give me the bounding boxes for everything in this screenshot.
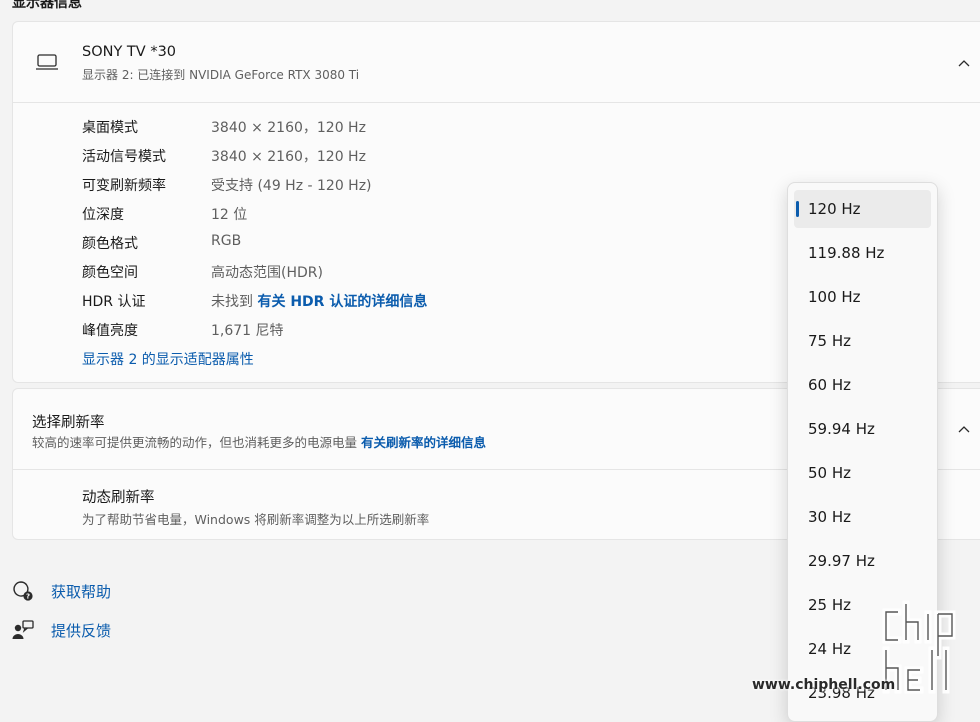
info-value: RGB (211, 233, 242, 249)
dropdown-option-label: 50 Hz (808, 464, 852, 482)
chevron-up-icon[interactable] (957, 422, 971, 436)
info-label: 活动信号模式 (82, 149, 166, 165)
dropdown-option[interactable]: 29.97 Hz (794, 542, 931, 580)
get-help-label: 获取帮助 (51, 583, 112, 601)
display-header[interactable]: SONY TV *30 显示器 2: 已连接到 NVIDIA GeForce R… (13, 22, 980, 103)
dropdown-option-selected[interactable]: 120 Hz (794, 190, 931, 228)
info-value: 1,671 尼特 (211, 323, 284, 339)
dropdown-option-label: 119.88 Hz (808, 244, 885, 262)
display-name: SONY TV *30 (82, 44, 177, 60)
info-row-bit-depth: 位深度 12 位 (82, 204, 782, 226)
monitor-icon (35, 53, 59, 73)
info-value: 3840 × 2160，120 Hz (211, 120, 366, 136)
chevron-up-icon[interactable] (957, 56, 971, 70)
dropdown-option[interactable]: 50 Hz (794, 454, 931, 492)
refresh-desc-text: 较高的速率可提供更流畅的动作，但也消耗更多的电源电量 (32, 435, 358, 450)
adapter-properties-link[interactable]: 显示器 2 的显示适配器属性 (82, 349, 254, 369)
watermark-url: www.chiphell.com (752, 677, 896, 693)
refresh-description: 较高的速率可提供更流畅的动作，但也消耗更多的电源电量 有关刷新率的详细信息 (32, 432, 486, 451)
info-row-active-signal: 活动信号模式 3840 × 2160，120 Hz (82, 146, 782, 168)
dropdown-option-label: 100 Hz (808, 288, 861, 306)
info-value: 12 位 (211, 207, 248, 223)
display-subtitle: 显示器 2: 已连接到 NVIDIA GeForce RTX 3080 Ti (82, 68, 360, 82)
dropdown-option[interactable]: 60 Hz (794, 366, 931, 404)
info-row-hdr-cert: HDR 认证 未找到 有关 HDR 认证的详细信息 (82, 291, 782, 313)
info-value: 高动态范围(HDR) (211, 265, 323, 281)
info-row-desktop-mode: 桌面模式 3840 × 2160，120 Hz (82, 117, 782, 139)
info-label: 可变刷新频率 (82, 178, 166, 194)
info-label: 颜色空间 (82, 265, 138, 281)
info-value: 受支持 (49 Hz - 120 Hz) (211, 178, 372, 194)
hdr-cert-status: 未找到 (211, 294, 253, 310)
chiphell-watermark: www.chiphell.com (752, 600, 978, 700)
dropdown-option-label: 75 Hz (808, 332, 852, 350)
dropdown-option[interactable]: 119.88 Hz (794, 234, 931, 272)
dropdown-option-label: 59.94 Hz (808, 420, 875, 438)
hdr-cert-link[interactable]: 有关 HDR 认证的详细信息 (257, 294, 427, 310)
dropdown-option[interactable]: 75 Hz (794, 322, 931, 360)
dropdown-option[interactable]: 30 Hz (794, 498, 931, 536)
dropdown-option-label: 60 Hz (808, 376, 852, 394)
dropdown-option[interactable]: 59.94 Hz (794, 410, 931, 448)
refresh-title: 选择刷新率 (32, 415, 105, 431)
dropdown-option[interactable]: 100 Hz (794, 278, 931, 316)
info-row-color-space: 颜色空间 高动态范围(HDR) (82, 262, 782, 284)
dropdown-option-label: 30 Hz (808, 508, 852, 526)
help-chat-icon: ? (12, 580, 34, 602)
refresh-details-link[interactable]: 有关刷新率的详细信息 (361, 435, 486, 450)
info-row-peak-brightness: 峰值亮度 1,671 尼特 (82, 320, 782, 342)
section-heading: 显示器信息 (12, 0, 82, 11)
info-row-color-format: 颜色格式 RGB (82, 233, 782, 255)
info-label: 位深度 (82, 207, 124, 223)
dynamic-refresh-title: 动态刷新率 (82, 490, 155, 506)
info-label: HDR 认证 (82, 294, 146, 310)
dropdown-option-label: 29.97 Hz (808, 552, 875, 570)
info-label: 峰值亮度 (82, 323, 138, 339)
selection-indicator (796, 201, 799, 217)
info-value: 未找到 有关 HDR 认证的详细信息 (211, 291, 427, 311)
info-label: 桌面模式 (82, 120, 138, 136)
dropdown-option-label: 120 Hz (808, 200, 861, 218)
dynamic-refresh-desc: 为了帮助节省电量，Windows 将刷新率调整为以上所选刷新率 (82, 512, 430, 527)
svg-text:?: ? (26, 593, 30, 601)
feedback-person-icon (12, 619, 34, 641)
info-label: 颜色格式 (82, 236, 138, 252)
info-value: 3840 × 2160，120 Hz (211, 149, 366, 165)
feedback-label: 提供反馈 (51, 622, 112, 640)
info-row-vrr: 可变刷新频率 受支持 (49 Hz - 120 Hz) (82, 175, 782, 197)
